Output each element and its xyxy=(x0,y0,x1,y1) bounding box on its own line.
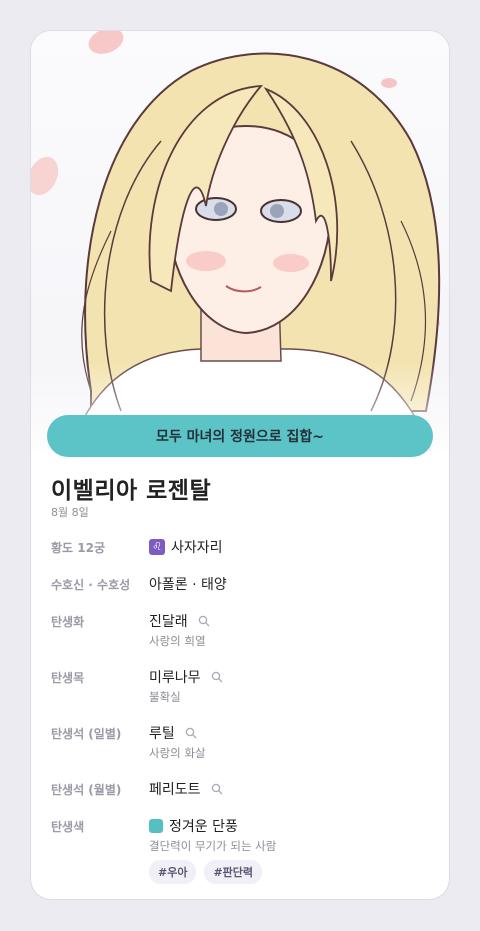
row-label: 탄생화 xyxy=(51,615,85,629)
search-icon[interactable] xyxy=(211,671,223,683)
color-name: 정겨운 단풍 xyxy=(169,819,238,835)
row-label: 탄생색 xyxy=(51,820,85,834)
search-icon[interactable] xyxy=(198,615,210,627)
garden-banner[interactable]: 모두 마녀의 정원으로 집합~ xyxy=(47,415,433,457)
row-sub: 불확실 xyxy=(149,690,181,704)
banner-text: 모두 마녀의 정원으로 집합~ xyxy=(155,429,325,445)
row-label: 수호신 · 수호성 xyxy=(51,578,131,592)
row-label: 탄생석 (일별) xyxy=(51,727,122,741)
row-value[interactable]: 페리도트 xyxy=(149,779,223,799)
search-icon[interactable] xyxy=(211,783,223,795)
row-sub: 사랑의 희열 xyxy=(149,634,206,648)
row-sub: 사랑의 화살 xyxy=(149,746,206,760)
leo-icon: ♌ xyxy=(149,539,165,555)
row-label: 탄생목 xyxy=(51,671,85,685)
profile-card: 모두 마녀의 정원으로 집합~ 이벨리아 로젠탈 8월 8일 황도 12궁 ♌ … xyxy=(31,31,449,899)
row-value: ♌ 사자자리 xyxy=(149,537,223,557)
tree-name[interactable]: 미루나무 xyxy=(149,667,201,687)
row-sub: 결단력이 무기가 되는 사람 xyxy=(149,839,277,853)
row-value[interactable]: 미루나무 xyxy=(149,667,223,687)
flower-name[interactable]: 진달래 xyxy=(149,611,188,631)
character-illustration xyxy=(31,31,449,451)
zodiac-name: 사자자리 xyxy=(171,540,223,556)
search-icon[interactable] xyxy=(185,727,197,739)
row-label: 황도 12궁 xyxy=(51,541,105,555)
character-name: 이벨리아 로젠탈 xyxy=(51,478,212,504)
stone-name[interactable]: 루틸 xyxy=(149,723,175,743)
tag[interactable]: #판단력 xyxy=(204,860,263,884)
birth-date: 8월 8일 xyxy=(51,506,89,519)
row-value[interactable]: 루틸 xyxy=(149,723,197,743)
row-label: 탄생석 (월별) xyxy=(51,783,122,797)
tag[interactable]: #우아 xyxy=(149,860,197,884)
row-value: 아폴론 · 태양 xyxy=(149,577,227,593)
row-value: 정겨운 단풍 xyxy=(149,816,238,836)
stone-name[interactable]: 페리도트 xyxy=(149,779,201,799)
color-swatch xyxy=(149,819,163,833)
row-value[interactable]: 진달래 xyxy=(149,611,210,631)
tag-list: #우아 #판단력 xyxy=(149,860,263,884)
